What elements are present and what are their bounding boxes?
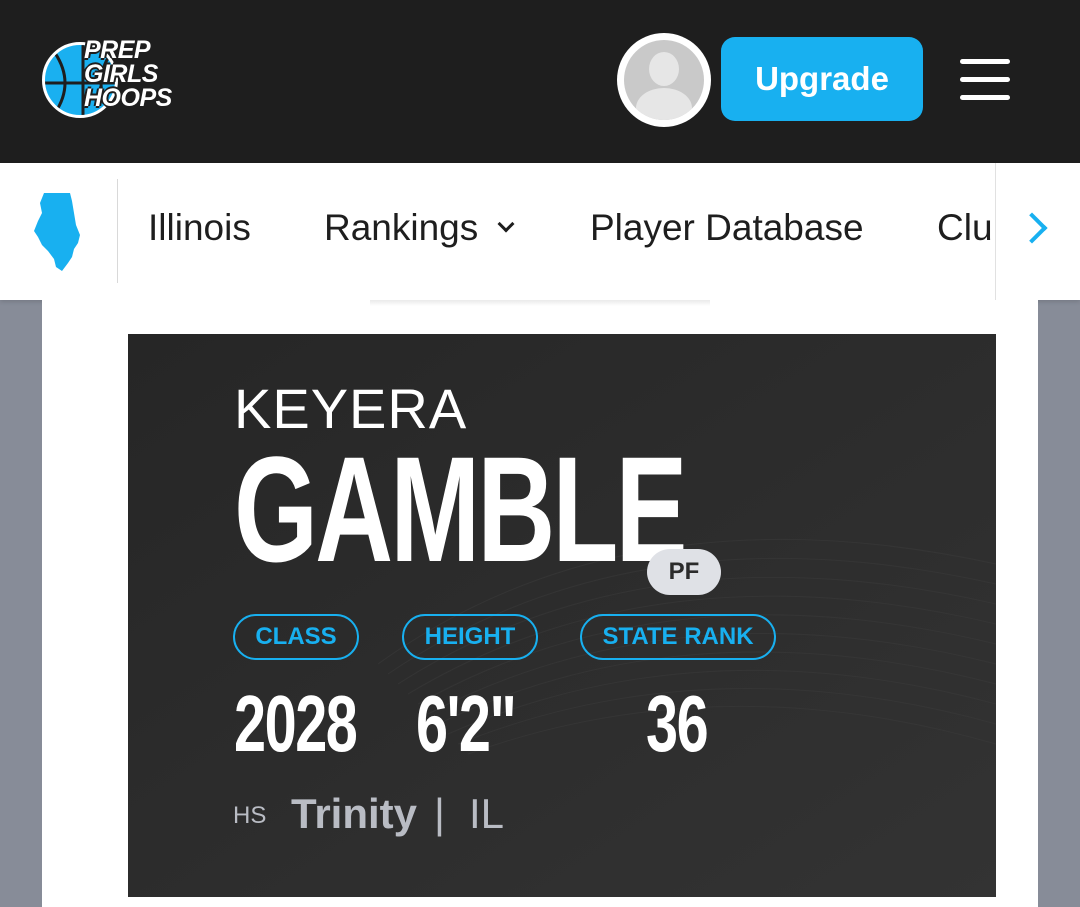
player-state: IL bbox=[469, 790, 505, 837]
stat-value-class: 2028 bbox=[234, 679, 358, 768]
logo-line-3: HOOPS bbox=[84, 84, 172, 112]
nav-divider bbox=[117, 179, 118, 283]
nav-item-player-database[interactable]: Player Database bbox=[590, 207, 864, 249]
user-avatar-icon bbox=[624, 40, 704, 120]
nav-item-label: Clu bbox=[937, 207, 993, 248]
player-last-name: GAMBLE bbox=[234, 425, 688, 593]
nav-dropdown-shadow bbox=[370, 300, 710, 306]
high-school-label: HS bbox=[233, 802, 267, 829]
logo-text: PREP GIRLS HOOPS bbox=[84, 36, 172, 112]
chevron-down-icon bbox=[497, 215, 515, 233]
school-state-separator: | bbox=[434, 790, 445, 837]
logo-line-1: PREP bbox=[84, 36, 151, 64]
stat-label-height: HEIGHT bbox=[402, 614, 538, 660]
stat-label-state-rank: STATE RANK bbox=[580, 614, 776, 660]
stat-value-state-rank: 36 bbox=[646, 679, 709, 768]
nav-item-illinois[interactable]: Illinois bbox=[148, 207, 251, 249]
hamburger-menu-icon[interactable] bbox=[960, 59, 1010, 101]
high-school-name[interactable]: Trinity bbox=[291, 790, 417, 838]
prep-girls-hoops-logo[interactable]: PREP GIRLS HOOPS bbox=[40, 36, 200, 122]
state-nav-bar: Illinois Rankings Player Database Clu bbox=[0, 163, 1080, 300]
user-avatar-button[interactable] bbox=[617, 33, 711, 127]
top-header: PREP GIRLS HOOPS Upgrade bbox=[0, 0, 1080, 163]
nav-item-label: Illinois bbox=[148, 207, 251, 248]
upgrade-button[interactable]: Upgrade bbox=[721, 37, 923, 121]
nav-item-clubs[interactable]: Clu bbox=[937, 207, 993, 249]
illinois-state-icon[interactable] bbox=[30, 191, 86, 273]
nav-item-label: Player Database bbox=[590, 207, 864, 248]
position-badge: PF bbox=[647, 549, 721, 595]
stat-value-height: 6'2" bbox=[416, 679, 517, 768]
player-hero-card: KEYERA GAMBLE PF CLASS HEIGHT STATE RANK… bbox=[128, 334, 996, 897]
logo-line-2: GIRLS bbox=[84, 60, 158, 88]
nav-item-rankings[interactable]: Rankings bbox=[324, 207, 515, 249]
chevron-right-icon bbox=[1016, 212, 1048, 244]
stat-label-class: CLASS bbox=[233, 614, 359, 660]
nav-item-label: Rankings bbox=[324, 207, 479, 248]
nav-scroll-right-button[interactable] bbox=[995, 163, 1080, 300]
